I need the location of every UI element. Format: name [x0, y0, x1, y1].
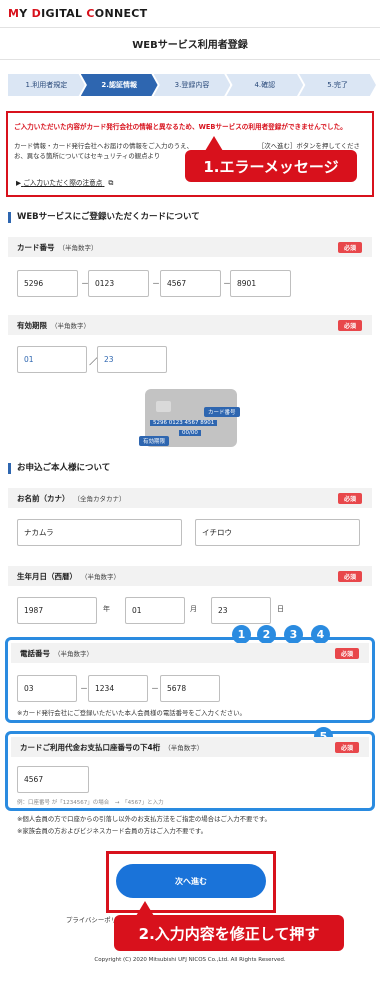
page-title: WEBサービス利用者登録 [0, 28, 380, 60]
site-header: MY DIGITAL CONNECT [0, 0, 380, 28]
field-label-birth: 生年月日（西暦） [17, 571, 77, 581]
field-label-name: お名前（カナ） [17, 493, 70, 503]
name-first-input[interactable]: イチロウ [195, 519, 360, 546]
account-last4-input[interactable]: 4567 [17, 766, 89, 793]
card-illustration-number: 5296 0123 4567 8901 [150, 420, 218, 426]
birth-month-unit: 月 [190, 605, 197, 613]
phone-input-1[interactable]: 03 [17, 675, 77, 702]
card-number-input-1[interactable]: 5296 [17, 270, 78, 297]
logo-c: C [86, 7, 95, 20]
logo-d: D [31, 7, 42, 20]
step-1: 1.利用者規定 [8, 74, 85, 96]
field-sub-phone: （半角数字） [54, 650, 93, 658]
field-label-card-number: カード番号 [17, 242, 55, 252]
field-sub-card-number: （半角数字） [58, 244, 98, 252]
required-badge: 必須 [337, 242, 362, 253]
field-label-phone: 電話番号 [20, 648, 50, 658]
birth-year-input[interactable]: 1987 [17, 597, 97, 624]
name-last-input[interactable]: ナカムラ [17, 519, 182, 546]
account-hint: 例：口座番号 が「1234567」の場合 → 「4567」と入力 [17, 800, 164, 806]
annotation-badge-3: 3 [284, 625, 303, 644]
annotation-badge-4: 4 [311, 625, 330, 644]
notice-link-label: ご入力いただく際の注意点 [23, 179, 103, 187]
site-logo[interactable]: MY DIGITAL CONNECT [8, 7, 147, 20]
card-number-input-2[interactable]: 0123 [88, 270, 149, 297]
annotation-badge-1: 1 [232, 625, 251, 644]
field-sub-expiry: （半角数字） [51, 322, 90, 330]
field-head-account: カードご利用代金お支払口座番号の下4桁 （半角数字） 必須 [11, 737, 369, 757]
step-2-active: 2.認証情報 [80, 74, 158, 96]
separator-dash: － [151, 684, 159, 693]
callout-submit: 2.入力内容を修正して押す [114, 901, 344, 951]
next-button[interactable]: 次へ進む [116, 864, 266, 898]
field-head-birth: 生年月日（西暦） （半角数字） 必須 [8, 566, 372, 586]
step-3: 3.登録内容 [153, 74, 231, 96]
card-expiry-tag: 有効期限 [139, 436, 170, 446]
field-label-expiry: 有効期限 [17, 320, 47, 330]
external-link-icon: ⧉ [108, 179, 114, 187]
birth-day-input[interactable]: 23 [211, 597, 271, 624]
separator-dash: － [80, 684, 88, 693]
step-4: 4.確認 [226, 74, 304, 96]
expiry-month-input[interactable]: 01 [17, 346, 87, 373]
required-badge: 必須 [334, 742, 359, 753]
required-badge: 必須 [334, 648, 359, 659]
callout-error-message: 1.エラーメッセージ [185, 136, 357, 182]
field-head-expiry: 有効期限 （半角数字） 必須 [8, 315, 372, 335]
birth-year-unit: 年 [103, 605, 110, 613]
card-number-input-4[interactable]: 8901 [230, 270, 291, 297]
error-message: ご入力いただいた内容がカード発行会社の情報と異なるため、WEBサービスの利用者登… [14, 123, 347, 131]
section-title-card: WEBサービスにご登録いただくカードについて [8, 212, 200, 223]
note-individual: ※個人会員の方で口座からの引落し以外のお支払方法をご指定の場合はご入力不要です。 [17, 815, 271, 823]
required-badge: 必須 [337, 493, 362, 504]
expiry-year-input[interactable]: 23 [97, 346, 167, 373]
birth-month-input[interactable]: 01 [125, 597, 185, 624]
logo-onnect: ONNECT [94, 7, 148, 20]
section-title-person: お申込ご本人様について [8, 463, 110, 474]
progress-steps: 1.利用者規定 2.認証情報 3.登録内容 4.確認 5.完了 [8, 74, 376, 96]
birth-day-unit: 日 [277, 605, 284, 613]
step-5: 5.完了 [299, 74, 376, 96]
triangle-right-icon: ▶ [16, 179, 22, 187]
logo-igital: IGITAL [41, 7, 87, 20]
field-head-phone: 電話番号 （半角数字） 必須 [11, 643, 369, 663]
field-head-card-number: カード番号 （半角数字） 必須 [8, 237, 372, 257]
annotation-badge-2: 2 [257, 625, 276, 644]
phone-note: ※カード発行会社にご登録いただいた本人会員様の電話番号をご入力ください。 [17, 709, 246, 717]
card-number-input-3[interactable]: 4567 [160, 270, 221, 297]
card-number-tag: カード番号 [204, 407, 240, 417]
card-illustration-expiry: 00/00 [179, 430, 201, 436]
field-sub-birth: （半角数字） [81, 573, 120, 581]
copyright: Copyright (C) 2020 Mitsubishi UFJ NICOS … [94, 957, 286, 963]
phone-input-2[interactable]: 1234 [88, 675, 148, 702]
field-label-account: カードご利用代金お支払口座番号の下4桁 [20, 742, 161, 752]
logo-y: Y [19, 7, 32, 20]
notice-link[interactable]: ▶ ご入力いただく際の注意点 ⧉ [16, 177, 113, 188]
phone-input-3[interactable]: 5678 [160, 675, 220, 702]
required-badge: 必須 [337, 320, 362, 331]
note-family: ※家族会員の方およびビジネスカード会員の方はご入力不要です。 [17, 827, 208, 835]
field-head-name: お名前（カナ） （全角カタカナ） 必須 [8, 488, 372, 508]
separator-dash: － [152, 279, 160, 288]
field-sub-account: （半角数字） [164, 744, 204, 752]
field-sub-name: （全角カタカナ） [73, 495, 126, 503]
required-badge: 必須 [337, 571, 362, 582]
logo-m: M [8, 7, 20, 20]
card-chip [156, 401, 171, 412]
